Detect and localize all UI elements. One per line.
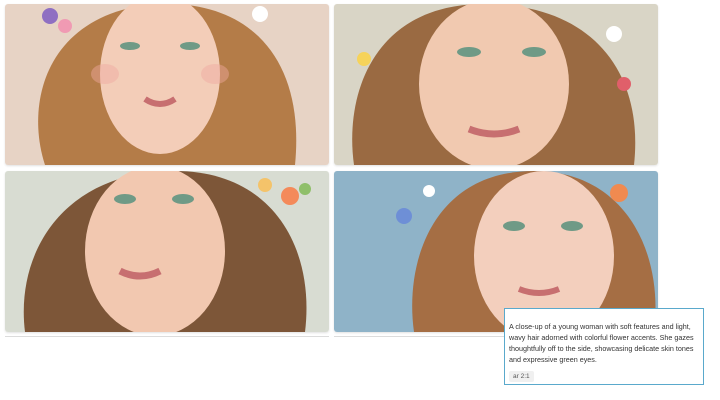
gallery-image-1[interactable] xyxy=(5,4,329,165)
gallery-image-2[interactable] xyxy=(334,4,658,165)
divider xyxy=(5,336,329,337)
caption-text: A close-up of a young woman with soft fe… xyxy=(509,322,694,364)
portrait-image xyxy=(334,4,658,165)
image-caption-tooltip: A close-up of a young woman with soft fe… xyxy=(504,308,704,385)
portrait-image xyxy=(5,171,329,332)
portrait-image xyxy=(5,4,329,165)
aspect-ratio-badge: ar 2:1 xyxy=(509,371,534,382)
gallery-image-3[interactable] xyxy=(5,171,329,332)
